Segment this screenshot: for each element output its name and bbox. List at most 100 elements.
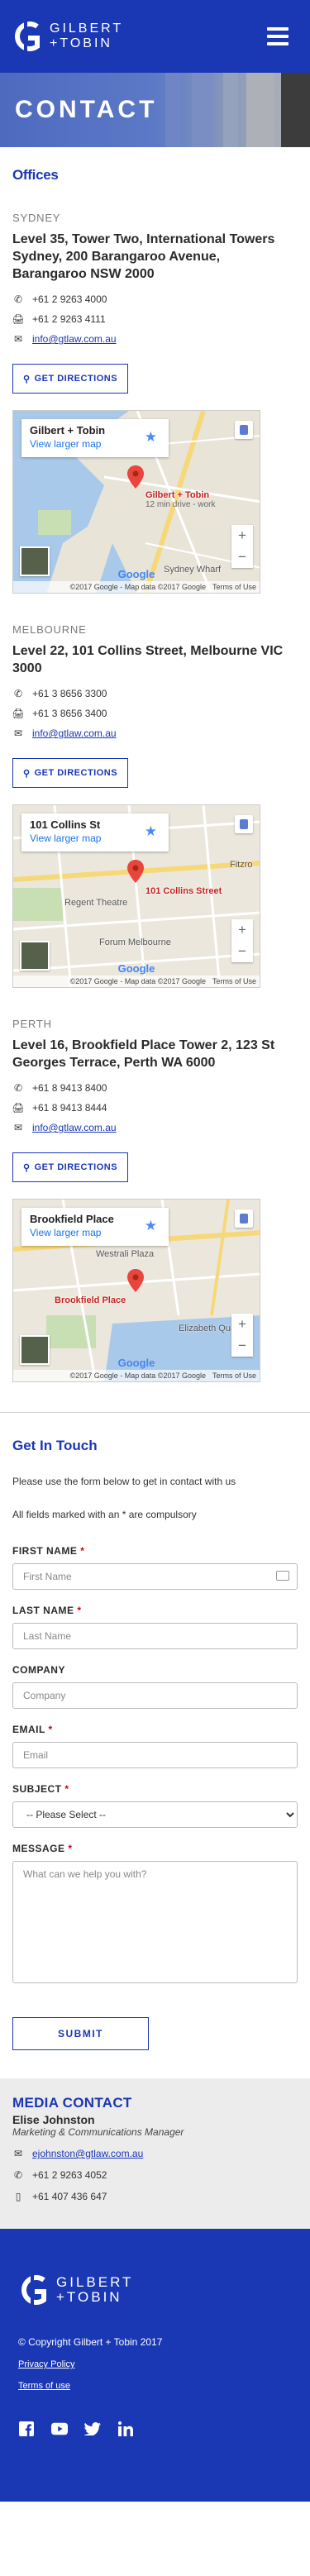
required-fields-note: All fields marked with an * are compulso…	[12, 1509, 197, 1520]
phone-icon: ✆	[13, 293, 23, 305]
copyright-text: © Copyright Gilbert + Tobin 2017	[18, 2336, 163, 2348]
logo-line-2: +TOBIN	[50, 36, 112, 50]
map-pin-icon	[127, 860, 144, 883]
email-line: ✉ info@gtlaw.com.au	[12, 723, 298, 743]
phone-number: +61 2 9263 4052	[32, 2169, 107, 2181]
get-directions-button[interactable]: ⚲ GET DIRECTIONS	[12, 758, 129, 788]
hamburger-menu-icon[interactable]	[267, 27, 289, 45]
email-line: ✉ info@gtlaw.com.au	[12, 1118, 298, 1138]
email-input[interactable]	[12, 1742, 298, 1768]
email-link[interactable]: ejohnston@gtlaw.com.au	[32, 2148, 143, 2159]
map-terms-link[interactable]: Terms of Use	[212, 1371, 256, 1380]
twitter-icon[interactable]	[84, 2421, 101, 2437]
zoom-out-icon[interactable]: −	[238, 943, 246, 960]
logo-line-2: +TOBIN	[56, 2289, 122, 2305]
map-card-name: Brookfield Place	[30, 1213, 114, 1225]
first-name-input[interactable]	[12, 1563, 298, 1590]
zoom-out-icon[interactable]: −	[238, 1338, 246, 1354]
map-data-credit: ©2017 Google - Map data ©2017 Google	[69, 1371, 206, 1380]
zoom-in-icon[interactable]: +	[238, 1316, 246, 1333]
envelope-icon: ✉	[13, 727, 23, 739]
phone-number: +61 2 9263 4000	[32, 293, 107, 305]
message-textarea[interactable]	[12, 1861, 298, 1983]
office-address: Level 35, Tower Two, International Tower…	[12, 232, 275, 281]
office-sydney: SYDNEY Level 35, Tower Two, Internationa…	[12, 212, 298, 594]
view-larger-map-link[interactable]: View larger map	[30, 832, 160, 844]
map-place-label: Westrali Plaza	[96, 1249, 155, 1259]
map-info-card: 101 Collins St View larger map ★	[21, 813, 169, 852]
facebook-icon[interactable]	[18, 2421, 35, 2437]
map-pin-icon	[127, 1269, 144, 1292]
mobile-number: +61 407 436 647	[32, 2191, 107, 2202]
phone-number: +61 8 9413 8400	[32, 1082, 107, 1094]
view-larger-map-link[interactable]: View larger map	[30, 438, 160, 450]
map-terms-link[interactable]: Terms of Use	[212, 977, 256, 985]
map-zoom-controls: + −	[231, 525, 253, 568]
last-name-label: LAST NAME *	[12, 1605, 82, 1616]
office-map[interactable]: Gilbert + Tobin 12 min drive - work Sydn…	[12, 410, 260, 594]
street-view-person-icon[interactable]	[235, 815, 253, 833]
map-marker-icon: ⚲	[23, 768, 31, 779]
map-pin-sublabel: 12 min drive - work	[145, 500, 216, 509]
map-place-label: Fitzro	[230, 860, 253, 870]
offices-section: Offices SYDNEY Level 35, Tower Two, Inte…	[0, 167, 310, 1382]
contact-form-intro: Please use the form below to get in cont…	[12, 1476, 236, 1487]
terms-of-use-link[interactable]: Terms of use	[18, 2381, 292, 2391]
fax-line: 🖨 +61 8 9413 8444	[12, 1098, 298, 1118]
phone-line: ✆ +61 3 8656 3300	[12, 684, 298, 704]
first-name-field-group: FIRST NAME *	[12, 1545, 298, 1590]
street-view-person-icon[interactable]	[235, 421, 253, 439]
get-directions-button[interactable]: ⚲ GET DIRECTIONS	[12, 364, 129, 394]
email-link[interactable]: info@gtlaw.com.au	[32, 333, 117, 345]
gilbert-tobin-logo[interactable]: GILBERT +TOBIN	[12, 18, 123, 55]
map-pin-label: Brookfield Place	[55, 1295, 126, 1305]
view-larger-map-link[interactable]: View larger map	[30, 1227, 160, 1238]
directions-label: GET DIRECTIONS	[34, 1162, 118, 1172]
fax-number: +61 8 9413 8444	[32, 1102, 107, 1114]
subject-select[interactable]: -- Please Select --	[12, 1801, 298, 1828]
social-links	[18, 2421, 292, 2437]
map-terms-link[interactable]: Terms of Use	[212, 583, 256, 591]
fax-line: 🖨 +61 3 8656 3400	[12, 704, 298, 723]
site-footer: GILBERT +TOBIN © Copyright Gilbert + Tob…	[0, 2229, 310, 2502]
email-link[interactable]: info@gtlaw.com.au	[32, 727, 117, 739]
email-line: ✉ ejohnston@gtlaw.com.au	[12, 2143, 298, 2164]
map-card-name: 101 Collins St	[30, 818, 101, 831]
zoom-out-icon[interactable]: −	[238, 549, 246, 565]
submit-button[interactable]: SUBMIT	[12, 2017, 149, 2050]
last-name-input[interactable]	[12, 1623, 298, 1649]
fax-line: 🖨 +61 2 9263 4111	[12, 309, 298, 329]
map-pin-label: 101 Collins Street	[145, 886, 222, 896]
map-footer: ©2017 Google - Map data ©2017 Google Ter…	[13, 976, 260, 987]
get-directions-button[interactable]: ⚲ GET DIRECTIONS	[12, 1152, 129, 1182]
map-zoom-controls: + −	[231, 1314, 253, 1357]
map-pin-icon	[127, 465, 144, 489]
map-card-name: Gilbert + Tobin	[30, 424, 106, 436]
star-icon[interactable]: ★	[145, 429, 157, 446]
phone-number: +61 3 8656 3300	[32, 688, 107, 699]
office-city: PERTH	[12, 1018, 52, 1030]
linkedin-icon[interactable]	[117, 2421, 134, 2437]
google-logo: Google	[117, 568, 155, 580]
star-icon[interactable]: ★	[145, 1218, 157, 1234]
map-info-card: Gilbert + Tobin View larger map ★	[21, 419, 169, 457]
youtube-icon[interactable]	[51, 2421, 68, 2437]
mobile-phone-icon: ▯	[15, 2191, 21, 2202]
footer-logo[interactable]: GILBERT +TOBIN	[18, 2272, 292, 2308]
directions-label: GET DIRECTIONS	[34, 768, 118, 778]
google-logo: Google	[117, 1357, 155, 1369]
zoom-in-icon[interactable]: +	[238, 527, 246, 544]
company-input[interactable]	[12, 1682, 298, 1709]
street-view-person-icon[interactable]	[235, 1209, 253, 1228]
phone-icon: ✆	[13, 1082, 23, 1094]
autofill-contact-card-icon[interactable]	[276, 1571, 289, 1581]
email-link[interactable]: info@gtlaw.com.au	[32, 1122, 117, 1133]
office-map[interactable]: Brookfield Place Elizabeth Quay Westrali…	[12, 1199, 260, 1382]
media-contact-title: MEDIA CONTACT	[12, 2095, 132, 2111]
office-map[interactable]: 101 Collins Street Regent Theatre Forum …	[12, 804, 260, 988]
map-info-card: Brookfield Place View larger map ★	[21, 1208, 169, 1246]
zoom-in-icon[interactable]: +	[238, 922, 246, 938]
privacy-policy-link[interactable]: Privacy Policy	[18, 2359, 292, 2369]
office-melbourne: MELBOURNE Level 22, 101 Collins Street, …	[12, 623, 298, 988]
star-icon[interactable]: ★	[145, 823, 157, 840]
